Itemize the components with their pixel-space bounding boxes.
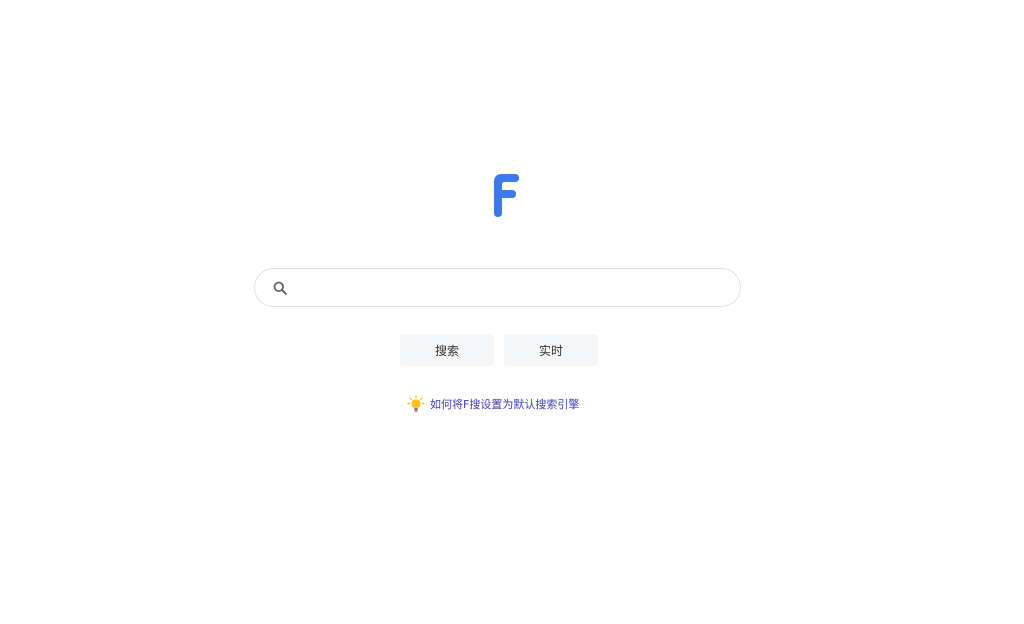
realtime-button[interactable]: 实时 [504, 334, 598, 366]
search-icon [273, 281, 287, 295]
logo-icon [494, 174, 519, 217]
search-box[interactable] [254, 268, 741, 307]
default-search-engine-link-label: 如何将F搜设置为默认搜索引擎 [430, 398, 580, 411]
default-search-engine-link[interactable]: 如何将F搜设置为默认搜索引擎 [407, 395, 579, 413]
search-button[interactable]: 搜索 [400, 334, 494, 366]
search-input[interactable] [299, 275, 733, 302]
lightbulb-icon [407, 395, 425, 412]
page: 搜索 实时 如何将F搜设置为默认搜索引擎 [0, 0, 1024, 624]
